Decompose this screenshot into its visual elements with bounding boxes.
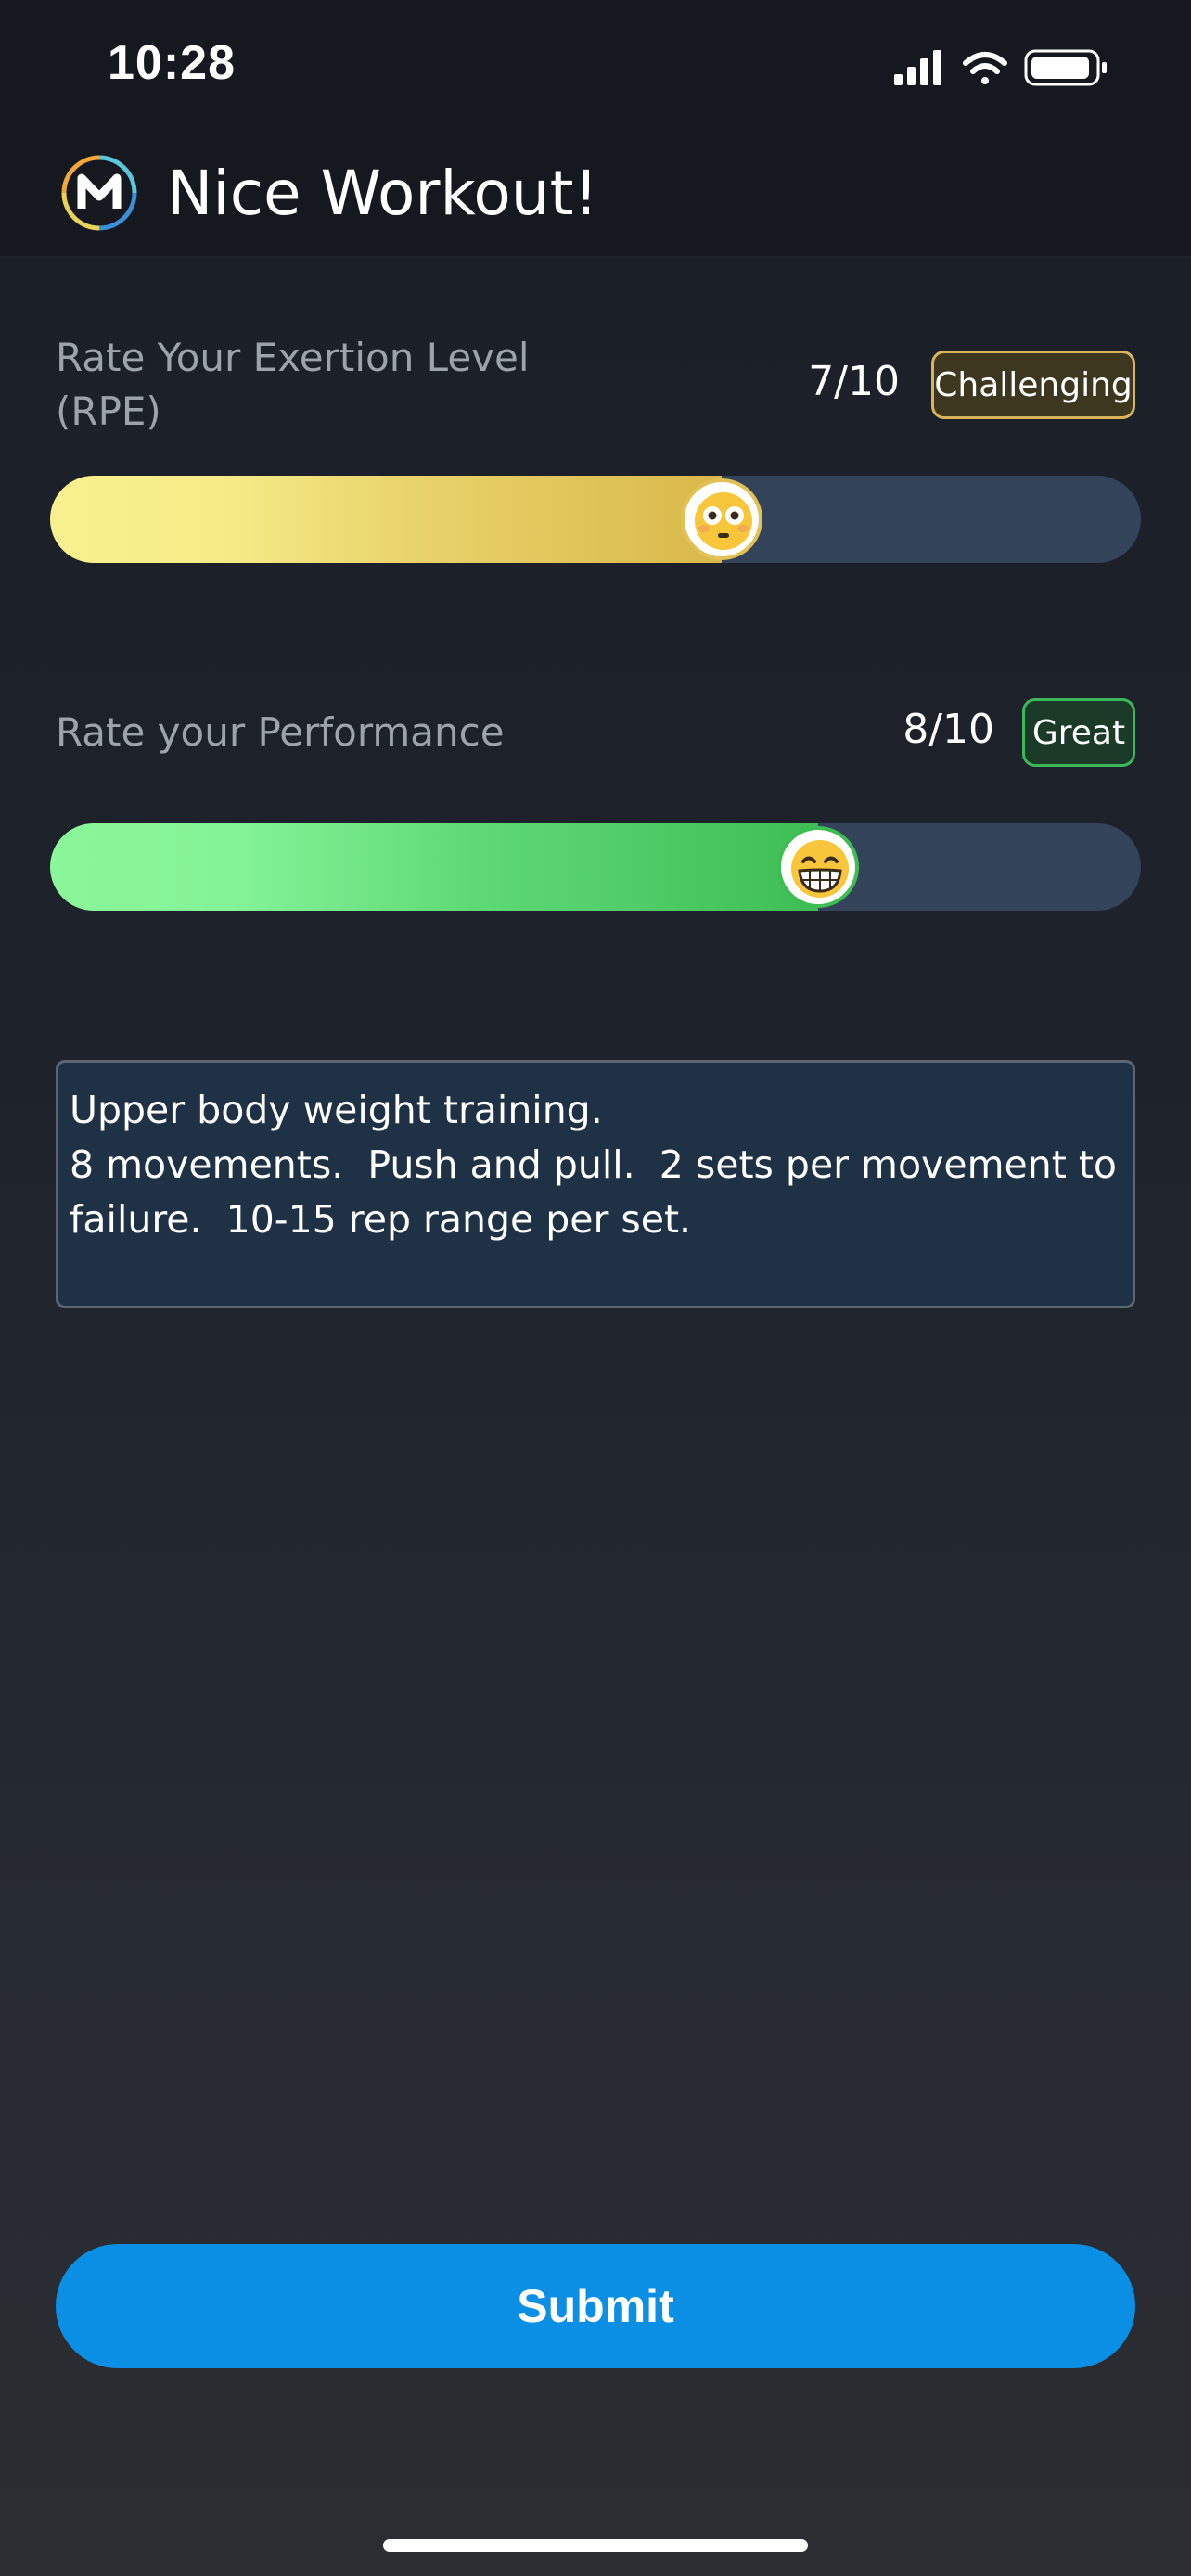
performance-score: 8/10 — [903, 706, 994, 753]
signal-icon — [894, 50, 941, 85]
exertion-slider[interactable] — [50, 476, 1141, 563]
grinning-face-emoji-icon — [791, 840, 849, 898]
submit-button[interactable]: Submit — [56, 2244, 1135, 2368]
flushed-face-emoji-icon — [695, 492, 752, 550]
status-time: 10:28 — [108, 36, 236, 90]
battery-icon — [1024, 49, 1107, 86]
page-title: Nice Workout! — [167, 158, 598, 229]
status-bar: 10:28 — [0, 0, 1191, 130]
home-indicator — [383, 2539, 808, 2552]
exertion-score: 7/10 — [808, 358, 900, 405]
app-header: Nice Workout! — [0, 130, 1191, 258]
workout-notes-field[interactable]: Upper body weight training. 8 movements.… — [56, 1060, 1135, 1308]
performance-badge: Great — [1022, 698, 1135, 767]
exertion-slider-thumb[interactable] — [681, 478, 762, 560]
wifi-icon — [963, 52, 1007, 84]
performance-label: Rate your Performance — [56, 709, 505, 755]
exertion-badge: Challenging — [931, 351, 1135, 419]
performance-slider-thumb[interactable] — [777, 826, 859, 908]
performance-slider[interactable] — [50, 823, 1141, 911]
app-logo-icon — [59, 153, 139, 233]
exertion-slider-fill — [50, 476, 722, 563]
performance-slider-fill — [50, 823, 818, 911]
exertion-label: Rate Your Exertion Level (RPE) — [56, 335, 530, 434]
status-icons — [894, 48, 1117, 87]
